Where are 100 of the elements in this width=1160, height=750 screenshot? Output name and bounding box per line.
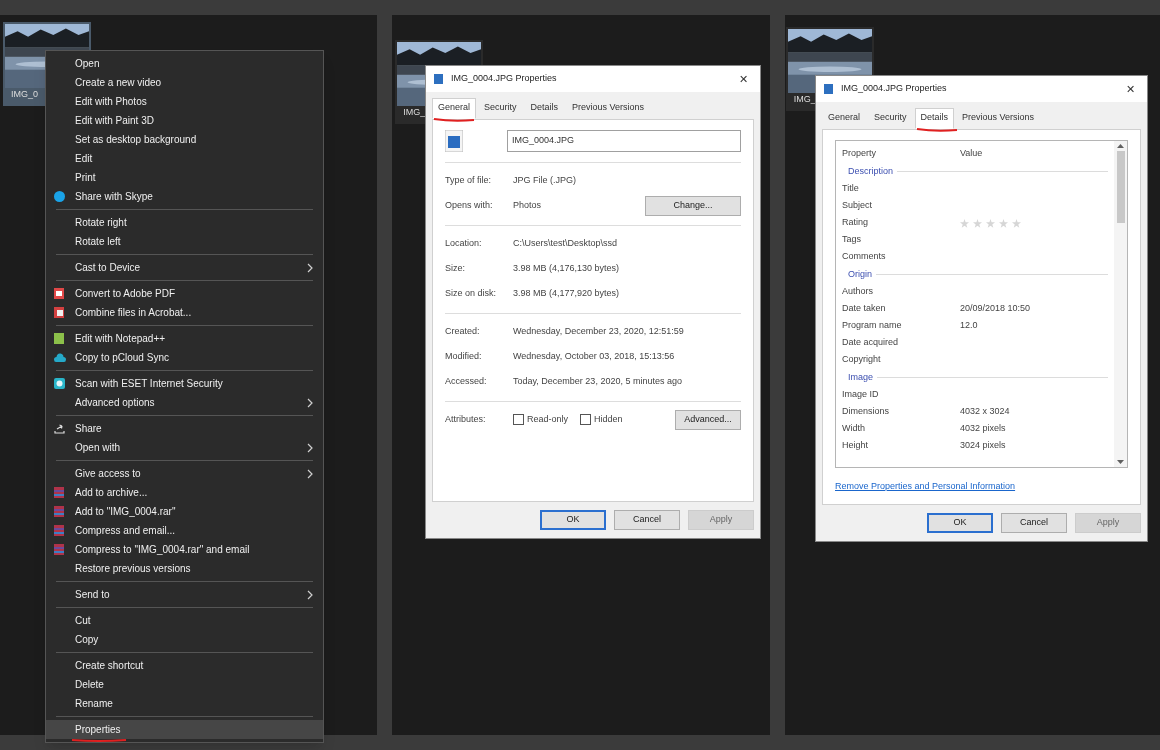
tab[interactable]: Details	[914, 108, 955, 129]
menu-item[interactable]: Add to archive...	[46, 483, 323, 502]
document-icon	[54, 307, 64, 318]
close-button[interactable]: ✕	[1122, 80, 1139, 98]
tab[interactable]: General	[432, 98, 477, 119]
change-button[interactable]: Change...	[645, 196, 741, 216]
property-value: C:\Users\test\Desktop\ssd	[513, 237, 619, 251]
star-icon[interactable]	[960, 218, 969, 228]
property-name: Image ID	[842, 388, 880, 402]
menu-item[interactable]: Compress and email...	[46, 521, 323, 540]
menu-item[interactable]: Share with Skype	[46, 187, 323, 206]
menu-item[interactable]: Rotate right	[46, 213, 323, 232]
chevron-right-icon	[307, 589, 313, 600]
image-file-icon	[434, 74, 443, 84]
star-icon[interactable]	[973, 218, 982, 228]
chat-icon	[54, 191, 65, 202]
chevron-right-icon	[307, 262, 313, 273]
notepad-icon	[54, 333, 64, 344]
property-name: Tags	[842, 233, 862, 247]
property-name: Comments	[842, 250, 887, 264]
menu-item[interactable]: Restore previous versions	[46, 559, 323, 578]
menu-item[interactable]: Open with	[46, 438, 323, 457]
menu-item[interactable]: Create a new video	[46, 73, 323, 92]
file-name[interactable]: IMG_0	[3, 88, 38, 102]
file-name[interactable]: IMG_	[785, 93, 816, 107]
property-value: 20/09/2018 10:50	[960, 302, 1031, 316]
archive-icon	[54, 506, 64, 517]
menu-item[interactable]: Combine files in Acrobat...	[46, 303, 323, 322]
checkbox-label: Read-only	[527, 412, 569, 426]
group-heading: Description	[848, 164, 894, 178]
column-header[interactable]: Value	[960, 146, 983, 161]
menu-item[interactable]: Print	[46, 168, 323, 187]
property-value: 3.98 MB (4,177,920 bytes)	[513, 287, 621, 301]
star-icon[interactable]	[1012, 218, 1021, 228]
property-name: Subject	[842, 199, 874, 213]
checkbox[interactable]	[513, 414, 524, 425]
column-header[interactable]: Property	[842, 146, 960, 161]
property-name: Program name	[842, 319, 903, 333]
property-label: Size on disk:	[445, 287, 498, 301]
archive-icon	[54, 525, 64, 536]
advanced-button[interactable]: Advanced...	[675, 409, 741, 430]
file-name-field[interactable]: IMG_0004.JPG	[507, 129, 741, 152]
menu-item[interactable]: Properties	[46, 720, 323, 739]
menu-item[interactable]: Share	[46, 419, 323, 438]
menu-item[interactable]: Cast to Device	[46, 258, 323, 277]
property-label: Size:	[445, 262, 466, 276]
menu-item[interactable]: Open	[46, 54, 323, 73]
menu-item[interactable]: Rotate left	[46, 232, 323, 251]
menu-item[interactable]: Copy	[46, 630, 323, 649]
property-value: Wednesday, December 23, 2020, 12:51:59	[513, 325, 685, 339]
property-label: Created:	[445, 325, 481, 339]
property-name: Date taken	[842, 302, 887, 316]
property-name: Dimensions	[842, 405, 891, 419]
menu-item[interactable]: Rename	[46, 694, 323, 713]
property-name: Copyright	[842, 353, 882, 367]
star-icon[interactable]	[999, 218, 1008, 228]
shield-icon	[54, 378, 65, 389]
property-value: 4032 pixels	[960, 422, 1006, 436]
menu-item[interactable]: Advanced options	[46, 393, 323, 412]
menu-item[interactable]: Delete	[46, 675, 323, 694]
file-name[interactable]: IMG_	[395, 106, 426, 120]
scrollbar[interactable]	[1114, 140, 1127, 467]
menu-item[interactable]: Cut	[46, 611, 323, 630]
property-value: 3024 pixels	[960, 439, 1006, 453]
property-name: Width	[842, 422, 866, 436]
dialog-button[interactable]: OK	[927, 513, 993, 533]
chevron-right-icon	[307, 468, 313, 479]
star-icon[interactable]	[986, 218, 995, 228]
menu-item[interactable]: Copy to pCloud Sync	[46, 348, 323, 367]
chevron-right-icon	[307, 397, 313, 408]
menu-item[interactable]: Edit with Notepad++	[46, 329, 323, 348]
property-value: 3.98 MB (4,176,130 bytes)	[513, 262, 621, 276]
dialog-button[interactable]: OK	[540, 510, 606, 530]
menu-item[interactable]: Send to	[46, 585, 323, 604]
close-button[interactable]: ✕	[735, 70, 752, 88]
menu-item[interactable]: Add to "IMG_0004.rar"	[46, 502, 323, 521]
menu-item[interactable]: Convert to Adobe PDF	[46, 284, 323, 303]
menu-item[interactable]: Give access to	[46, 464, 323, 483]
property-value: Photos	[513, 199, 543, 213]
property-name: Title	[842, 182, 860, 196]
image-file-icon	[824, 84, 833, 94]
menu-item[interactable]: Edit with Paint 3D	[46, 111, 323, 130]
menu-item[interactable]: Set as desktop background	[46, 130, 323, 149]
dialog-button[interactable]: Cancel	[614, 510, 680, 530]
property-label: Accessed:	[445, 375, 488, 389]
archive-icon	[54, 487, 64, 498]
checkbox[interactable]	[580, 414, 592, 425]
property-value: 12.0	[960, 319, 978, 333]
menu-item[interactable]: Create shortcut	[46, 656, 323, 675]
menu-item[interactable]: Compress to "IMG_0004.rar" and email	[46, 540, 323, 559]
property-label: Type of file:	[445, 174, 493, 188]
archive-icon	[54, 544, 64, 555]
remove-properties-link[interactable]: Remove Properties and Personal Information	[835, 479, 1128, 493]
cloud-icon	[54, 353, 66, 362]
scroll-thumb[interactable]	[1116, 150, 1125, 223]
menu-item[interactable]: Scan with ESET Internet Security	[46, 374, 323, 393]
menu-item[interactable]: Edit with Photos	[46, 92, 323, 111]
menu-item[interactable]: Edit	[46, 149, 323, 168]
dialog-button[interactable]: Cancel	[1001, 513, 1067, 533]
property-value: JPG File (.JPG)	[513, 174, 577, 188]
